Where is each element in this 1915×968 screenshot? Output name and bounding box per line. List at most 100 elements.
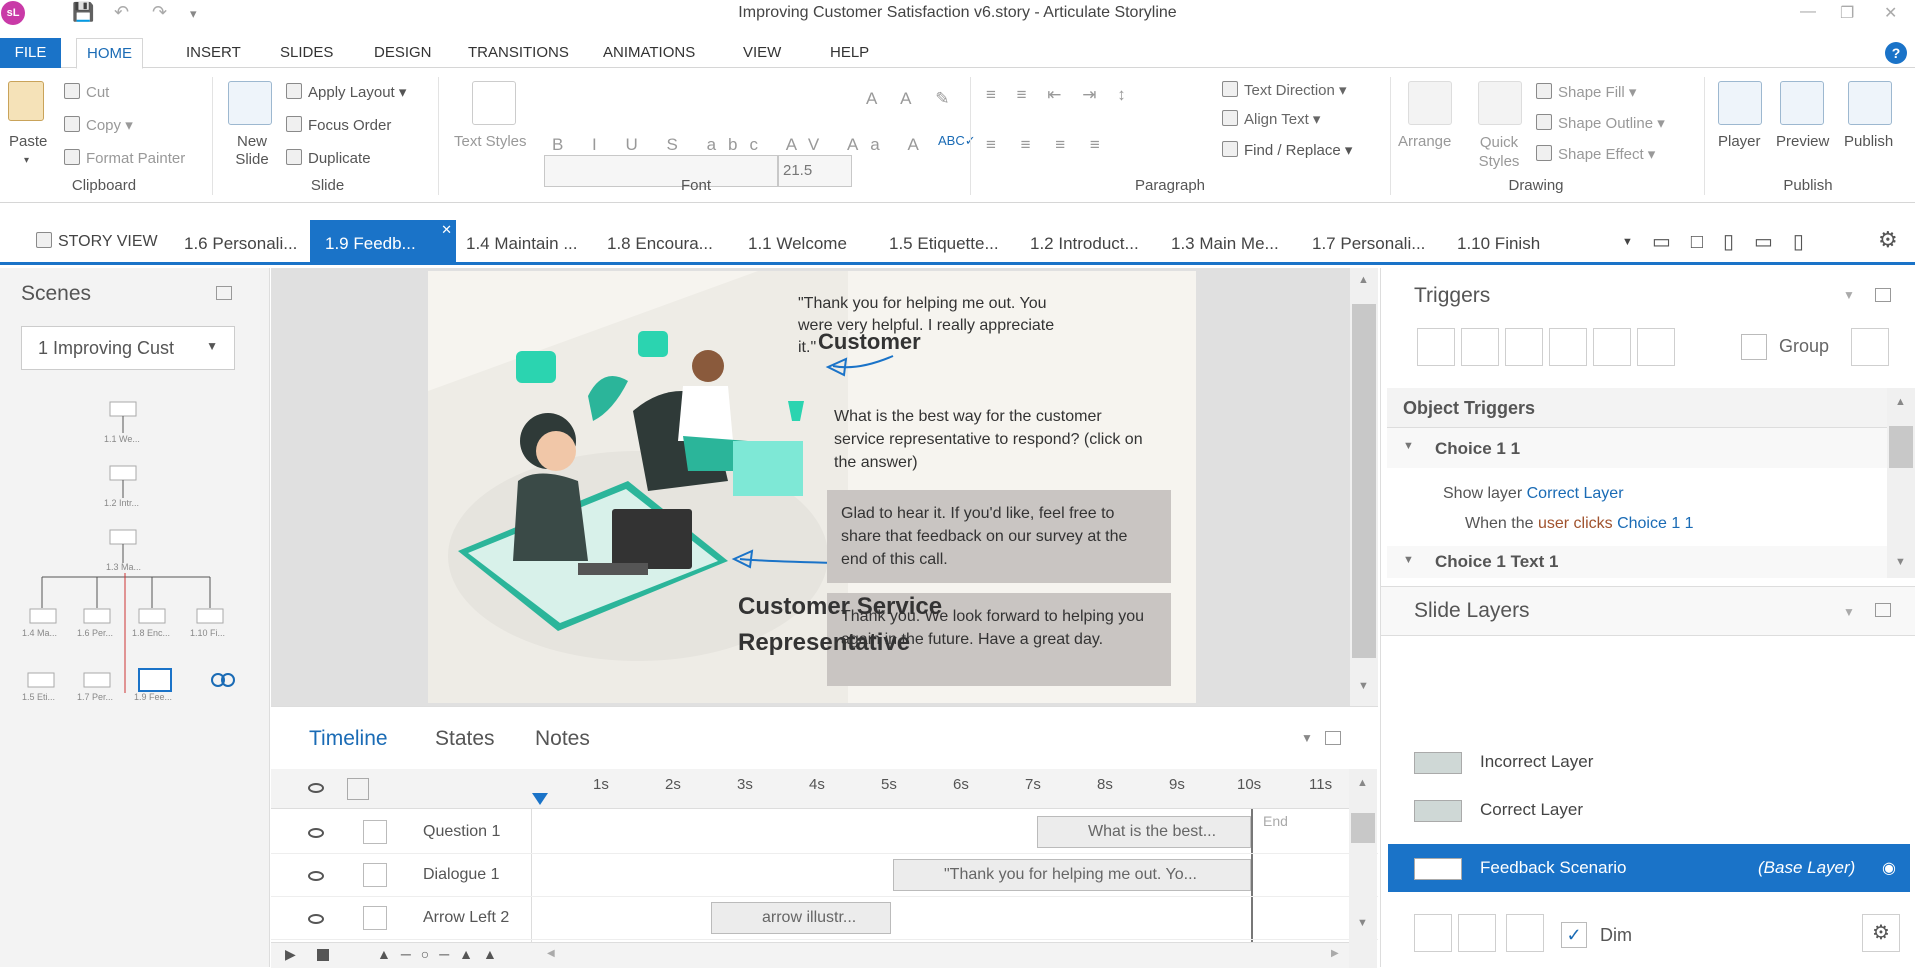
- list-buttons[interactable]: ≡ ≡ ⇤ ⇥ ↕: [986, 85, 1134, 105]
- zoom-slider[interactable]: ▲─○─▲▲: [377, 946, 507, 962]
- duplicate-layer-button[interactable]: [1458, 914, 1496, 952]
- panel-float-icon[interactable]: [1875, 603, 1891, 617]
- paste-trigger-button[interactable]: [1549, 328, 1587, 366]
- alignment-buttons[interactable]: ≡ ≡ ≡ ≡: [986, 135, 1110, 155]
- scroll-thumb[interactable]: [1889, 426, 1913, 468]
- help-icon[interactable]: ?: [1885, 42, 1907, 64]
- slide-tab-active[interactable]: 1.9 Feedb... ✕: [310, 220, 456, 265]
- scroll-left-icon[interactable]: ◀: [547, 948, 555, 959]
- scene-node[interactable]: [109, 401, 137, 417]
- player-button[interactable]: Player: [1718, 133, 1761, 150]
- restore-icon[interactable]: ❐: [1840, 3, 1854, 23]
- cut-button[interactable]: Cut: [64, 83, 109, 101]
- timeline-block[interactable]: "Thank you for helping me out. Yo...: [893, 859, 1251, 891]
- eye-icon[interactable]: [308, 871, 324, 881]
- scene-node[interactable]: [109, 529, 137, 545]
- trigger-event-link[interactable]: user clicks: [1538, 515, 1613, 532]
- tab-states[interactable]: States: [435, 727, 495, 751]
- eye-icon[interactable]: ◉: [1882, 858, 1896, 878]
- slide-tab[interactable]: 1.2 Introduct...: [1030, 234, 1139, 254]
- scene-select[interactable]: 1 Improving Cust ▼: [21, 326, 235, 370]
- new-slide-button[interactable]: New Slide: [232, 133, 272, 169]
- lock-checkbox[interactable]: [363, 906, 387, 930]
- settings-gear-icon[interactable]: ⚙: [1878, 227, 1898, 253]
- timeline-block[interactable]: arrow illustr...: [711, 902, 891, 934]
- variables-button[interactable]: [1851, 328, 1889, 366]
- focus-order-button[interactable]: Focus Order: [286, 116, 391, 134]
- canvas-scrollbar[interactable]: ▲ ▼: [1350, 268, 1378, 706]
- preview-button[interactable]: Preview: [1776, 133, 1829, 150]
- device-preview-icons[interactable]: ▭□▯▭▯: [1652, 229, 1824, 254]
- shape-fill-button[interactable]: Shape Fill ▾: [1536, 83, 1636, 101]
- trigger-target-link[interactable]: Correct Layer: [1527, 485, 1624, 502]
- paste-button[interactable]: Paste: [9, 133, 47, 150]
- minimize-icon[interactable]: —: [1800, 3, 1816, 21]
- eye-icon[interactable]: [308, 828, 324, 838]
- playhead-icon[interactable]: [532, 793, 548, 805]
- timeline-row[interactable]: Question 1 What is the best...: [271, 812, 1378, 854]
- align-text-button[interactable]: Align Text ▾: [1222, 110, 1320, 128]
- scroll-down-icon[interactable]: ▼: [1357, 917, 1368, 929]
- story-view-tab[interactable]: STORY VIEW: [36, 232, 158, 251]
- panel-float-icon[interactable]: [216, 286, 232, 300]
- slide-tab[interactable]: 1.3 Main Me...: [1171, 234, 1279, 254]
- copy-button[interactable]: Copy ▾: [64, 116, 133, 134]
- apply-layout-button[interactable]: Apply Layout ▾: [286, 83, 406, 101]
- scroll-down-icon[interactable]: ▼: [1358, 680, 1369, 692]
- stop-icon[interactable]: [317, 949, 329, 961]
- close-tab-icon[interactable]: ✕: [441, 222, 452, 238]
- shape-effect-button[interactable]: Shape Effect ▾: [1536, 145, 1655, 163]
- layer-row[interactable]: Incorrect Layer: [1388, 738, 1910, 786]
- slide-tab[interactable]: 1.6 Personali...: [184, 234, 297, 254]
- collapse-icon[interactable]: ▼: [1403, 440, 1414, 452]
- find-replace-button[interactable]: Find / Replace ▾: [1222, 141, 1352, 159]
- scroll-up-icon[interactable]: ▲: [1357, 777, 1368, 789]
- panel-float-icon[interactable]: [1875, 288, 1891, 302]
- layer-settings-gear-icon[interactable]: ⚙: [1862, 914, 1900, 952]
- tab-transitions[interactable]: TRANSITIONS: [468, 44, 569, 61]
- base-layer-row[interactable]: Feedback Scenario (Base Layer) ◉: [1388, 844, 1910, 892]
- font-size-buttons[interactable]: A A ✎: [866, 89, 960, 109]
- scroll-thumb[interactable]: [1352, 304, 1376, 658]
- lock-checkbox[interactable]: [363, 863, 387, 887]
- trigger-condition[interactable]: When the user clicks Choice 1 1: [1465, 515, 1694, 533]
- collapse-icon[interactable]: ▼: [1403, 554, 1414, 566]
- format-painter-button[interactable]: Format Painter: [64, 149, 185, 167]
- slide-tab[interactable]: 1.10 Finish: [1457, 234, 1540, 254]
- tab-design[interactable]: DESIGN: [374, 44, 432, 61]
- tab-help[interactable]: HELP: [830, 44, 869, 61]
- quick-styles-button[interactable]: Quick Styles: [1476, 133, 1522, 171]
- tab-overflow-icon[interactable]: ▼: [1622, 236, 1633, 248]
- answer-choice-1[interactable]: Glad to hear it. If you'd like, feel fre…: [827, 490, 1171, 583]
- close-window-icon[interactable]: ✕: [1884, 3, 1897, 23]
- scroll-up-icon[interactable]: ▲: [1358, 274, 1369, 286]
- trigger-object-link[interactable]: Choice 1 1: [1617, 515, 1694, 532]
- trigger-action[interactable]: Show layer Correct Layer: [1443, 485, 1624, 503]
- panel-float-icon[interactable]: [1325, 731, 1341, 745]
- scroll-thumb[interactable]: [1351, 813, 1375, 843]
- lock-checkbox[interactable]: [363, 820, 387, 844]
- font-family-select[interactable]: [544, 155, 778, 187]
- slide-tab[interactable]: 1.1 Welcome: [748, 234, 847, 254]
- slide-tab[interactable]: 1.8 Encoura...: [607, 234, 713, 254]
- shape-outline-button[interactable]: Shape Outline ▾: [1536, 114, 1665, 132]
- new-layer-button[interactable]: [1414, 914, 1452, 952]
- timeline-block[interactable]: What is the best...: [1037, 816, 1251, 848]
- text-styles-button[interactable]: Text Styles: [454, 133, 527, 150]
- trigger-group[interactable]: ▼ Choice 1 1: [1387, 428, 1887, 468]
- group-checkbox[interactable]: [1741, 334, 1767, 360]
- timeline-row[interactable]: Dialogue 1 "Thank you for helping me out…: [271, 855, 1378, 897]
- triggers-scrollbar[interactable]: ▲ ▼: [1887, 388, 1915, 578]
- scroll-up-icon[interactable]: ▲: [1895, 396, 1906, 408]
- chevron-down-icon[interactable]: ▼: [1301, 731, 1313, 745]
- lock-icon[interactable]: [347, 778, 369, 800]
- delete-trigger-button[interactable]: [1593, 328, 1631, 366]
- trigger-group[interactable]: ▼ Choice 1 Text 1: [1387, 546, 1887, 578]
- scene-node[interactable]: [109, 465, 137, 481]
- layer-row[interactable]: Correct Layer: [1388, 786, 1910, 834]
- new-trigger-button[interactable]: [1417, 328, 1455, 366]
- eye-icon[interactable]: [308, 914, 324, 924]
- copy-trigger-button[interactable]: [1505, 328, 1543, 366]
- eye-icon[interactable]: [308, 783, 324, 793]
- tab-timeline[interactable]: Timeline: [309, 727, 388, 751]
